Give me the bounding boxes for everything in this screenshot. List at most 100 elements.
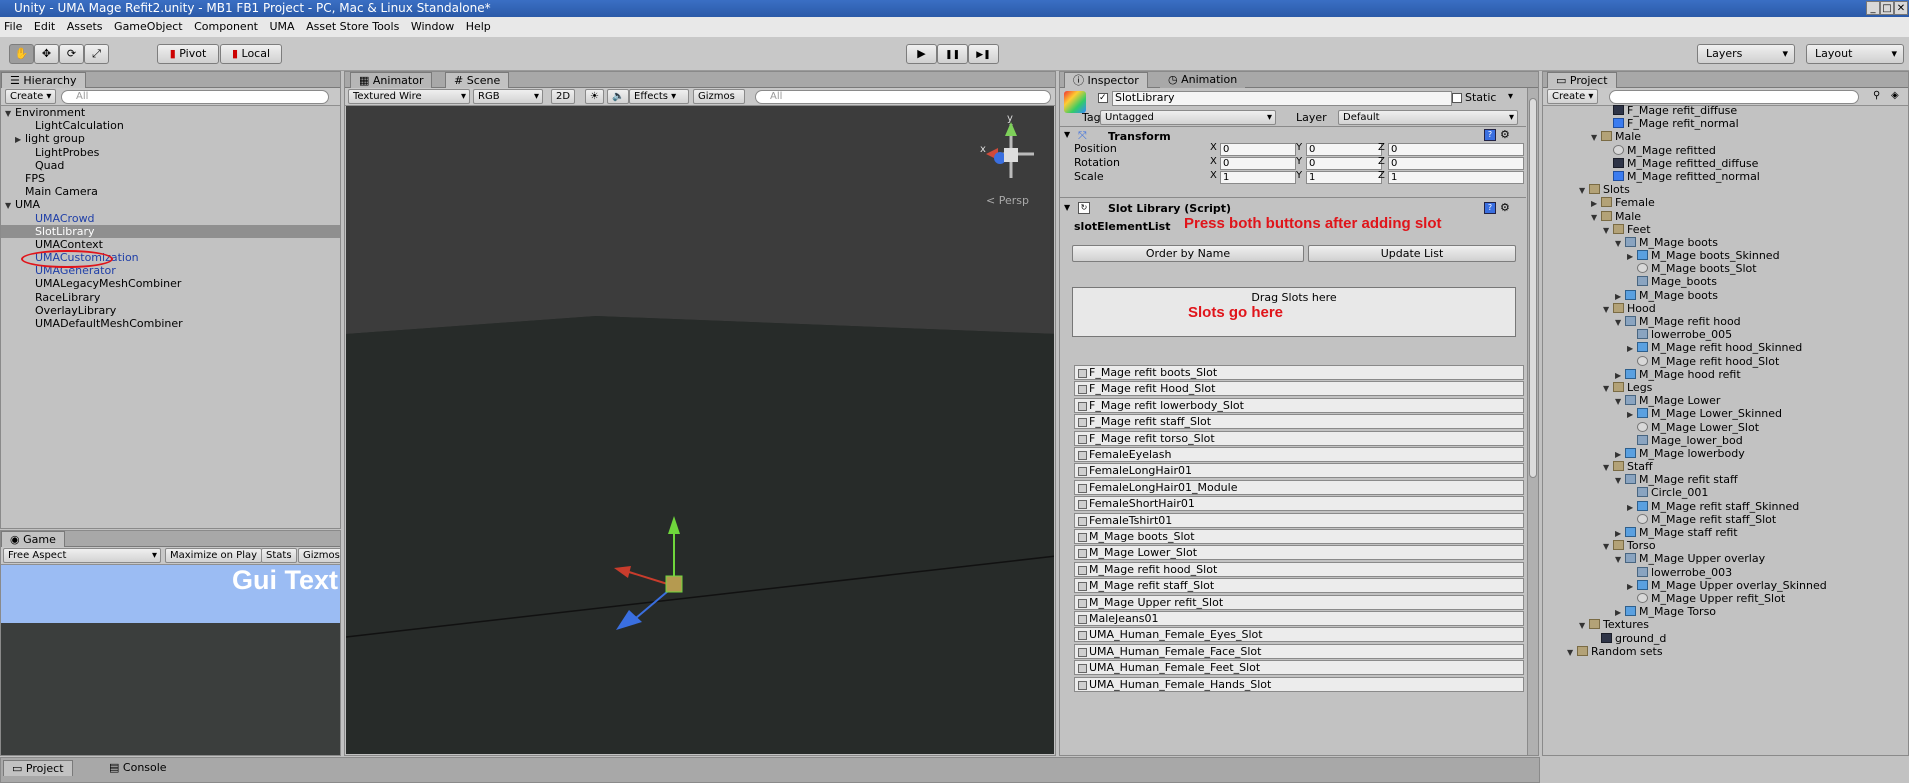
slot-item-field[interactable]: M_Mage refit hood_Slot	[1074, 561, 1524, 577]
slot-item-field[interactable]: F_Mage refit boots_Slot	[1074, 365, 1524, 380]
update-list-button[interactable]: Update List	[1308, 245, 1516, 262]
script-help-icon[interactable]: ?	[1484, 202, 1496, 214]
slot-item-field[interactable]: UMA_Human_Female_Feet_Slot	[1074, 660, 1524, 676]
transform-x-field[interactable]: 0	[1220, 157, 1296, 170]
hierarchy-item[interactable]: UMAContext	[1, 238, 340, 251]
slot-item-field[interactable]: FemaleLongHair01_Module	[1074, 479, 1524, 495]
lighting-toggle[interactable]: ☀	[585, 89, 604, 104]
project-item[interactable]: ▼ Male	[1543, 130, 1908, 143]
project-item[interactable]: ▼ Textures	[1543, 618, 1908, 631]
project-item[interactable]: ▼ Random sets	[1543, 645, 1908, 658]
close-button[interactable]: ✕	[1894, 1, 1908, 15]
scale-tool-button[interactable]: ⤢	[84, 44, 109, 64]
slot-item-field[interactable]: FemaleLongHair01	[1074, 463, 1524, 479]
project-create-dropdown[interactable]: Create ▾	[1547, 89, 1599, 104]
project-item[interactable]: ▼ M_Mage refit staff	[1543, 473, 1908, 486]
script-expand-icon[interactable]: ▼	[1064, 203, 1070, 212]
hand-tool-button[interactable]: ✋	[9, 44, 34, 64]
game-gizmos-toggle[interactable]: Gizmos	[298, 548, 340, 563]
effects-dropdown[interactable]: Effects ▾	[629, 89, 689, 104]
hierarchy-item[interactable]: Quad	[1, 159, 340, 172]
filter-type-icon[interactable]: ⚲	[1873, 90, 1880, 101]
project-item[interactable]: M_Mage refitted_normal	[1543, 170, 1908, 183]
expand-arrow-icon[interactable]: ▼	[1567, 646, 1577, 659]
project-item[interactable]: ▼ M_Mage refit hood	[1543, 315, 1908, 328]
pause-button[interactable]: ❚❚	[937, 44, 968, 64]
project-item[interactable]: M_Mage Upper refit_Slot	[1543, 592, 1908, 605]
slot-item-field[interactable]: UMA_Human_Female_Hands_Slot	[1074, 676, 1524, 692]
hierarchy-item[interactable]: OverlayLibrary	[1, 304, 340, 317]
create-dropdown[interactable]: Create ▾	[5, 89, 57, 104]
pivot-toggle[interactable]: ▮ Pivot	[157, 44, 219, 64]
tab-project-bottom[interactable]: ▭ Project	[3, 760, 73, 776]
tab-animator[interactable]: ▦ Animator	[350, 72, 433, 88]
menu-asset-store-tools[interactable]: Asset Store Tools	[302, 17, 403, 37]
object-name-input[interactable]: SlotLibrary	[1112, 91, 1452, 106]
project-item[interactable]: ▶ M_Mage refit staff_Skinned	[1543, 500, 1908, 513]
project-item[interactable]: M_Mage refit staff_Slot	[1543, 513, 1908, 526]
tab-animation[interactable]: ◷ Animation	[1160, 72, 1246, 88]
draw-mode-dropdown[interactable]: Textured Wire ▾	[348, 89, 470, 104]
menu-file[interactable]: File	[0, 17, 26, 37]
tab-game[interactable]: ◉ Game	[1, 531, 65, 547]
hierarchy-item[interactable]: FPS	[1, 172, 340, 185]
transform-z-field[interactable]: 0	[1388, 143, 1524, 156]
project-item[interactable]: Mage_boots	[1543, 275, 1908, 288]
project-item[interactable]: Circle_001	[1543, 486, 1908, 499]
gear-icon[interactable]: ⚙	[1500, 128, 1510, 141]
project-item[interactable]: ▼ Slots	[1543, 183, 1908, 196]
transform-x-field[interactable]: 1	[1220, 171, 1296, 184]
active-checkbox[interactable]: ✓	[1098, 93, 1108, 103]
project-item[interactable]: ▶ M_Mage boots_Skinned	[1543, 249, 1908, 262]
filter-label-icon[interactable]: ◈	[1891, 90, 1899, 101]
slot-item-field[interactable]: F_Mage refit Hood_Slot	[1074, 381, 1524, 397]
project-item[interactable]: ▼ Male	[1543, 210, 1908, 223]
tag-dropdown[interactable]: Untagged ▾	[1100, 110, 1276, 125]
project-item[interactable]: ▶ M_Mage Upper overlay_Skinned	[1543, 579, 1908, 592]
slot-item-field[interactable]: FemaleEyelash	[1074, 447, 1524, 462]
scene-view[interactable]: y x < Persp	[346, 106, 1054, 754]
project-item[interactable]: Mage_lower_bod	[1543, 434, 1908, 447]
aspect-dropdown[interactable]: Free Aspect ▾	[3, 548, 161, 563]
slot-item-field[interactable]: F_Mage refit torso_Slot	[1074, 430, 1524, 446]
tab-hierarchy[interactable]: ☰ Hierarchy	[1, 72, 86, 88]
project-item[interactable]: ▶ M_Mage lowerbody	[1543, 447, 1908, 460]
move-tool-button[interactable]: ✥	[34, 44, 59, 64]
drag-slots-dropzone[interactable]: Drag Slots here Slots go here	[1072, 287, 1516, 337]
minimize-button[interactable]: _	[1866, 1, 1880, 15]
menu-window[interactable]: Window	[407, 17, 458, 37]
step-button[interactable]: ▶❚	[968, 44, 999, 64]
project-search-input[interactable]	[1609, 90, 1859, 104]
menu-help[interactable]: Help	[462, 17, 495, 37]
transform-y-field[interactable]: 0	[1306, 157, 1382, 170]
tab-scene[interactable]: # Scene	[445, 72, 510, 88]
slot-item-field[interactable]: UMA_Human_Female_Eyes_Slot	[1074, 627, 1524, 643]
static-dropdown-arrow-icon[interactable]: ▾	[1508, 91, 1513, 102]
scene-search-input[interactable]: All	[755, 90, 1051, 104]
slot-item-field[interactable]: FemaleTshirt01	[1074, 512, 1524, 528]
project-item[interactable]: M_Mage refit hood_Slot	[1543, 355, 1908, 368]
project-item[interactable]: ▶ M_Mage Torso	[1543, 605, 1908, 618]
project-item[interactable]: ▼ Torso	[1543, 539, 1908, 552]
stats-toggle[interactable]: Stats	[261, 548, 297, 563]
hierarchy-item[interactable]: LightProbes	[1, 146, 340, 159]
hierarchy-item[interactable]: UMADefaultMeshCombiner	[1, 317, 340, 330]
transform-x-field[interactable]: 0	[1220, 143, 1296, 156]
slot-item-field[interactable]: M_Mage refit staff_Slot	[1074, 578, 1524, 594]
play-button[interactable]: ▶	[906, 44, 937, 64]
audio-toggle[interactable]: 🔈	[607, 89, 630, 104]
project-item[interactable]: lowerrobe_005	[1543, 328, 1908, 341]
project-item[interactable]: ground_d	[1543, 632, 1908, 645]
project-item[interactable]: ▼ Hood	[1543, 302, 1908, 315]
hierarchy-item[interactable]: UMALegacyMeshCombiner	[1, 277, 340, 290]
hierarchy-item[interactable]: UMACrowd	[1, 212, 340, 225]
project-item[interactable]: M_Mage Lower_Slot	[1543, 421, 1908, 434]
render-mode-dropdown[interactable]: RGB ▾	[473, 89, 543, 104]
slot-item-field[interactable]: F_Mage refit staff_Slot	[1074, 414, 1524, 430]
project-item[interactable]: ▶ Female	[1543, 196, 1908, 209]
scrollbar-thumb[interactable]	[1529, 98, 1537, 478]
local-toggle[interactable]: ▮ Local	[220, 44, 282, 64]
slot-item-field[interactable]: MaleJeans01	[1074, 611, 1524, 626]
project-item[interactable]: ▶ M_Mage Lower_Skinned	[1543, 407, 1908, 420]
project-item[interactable]: ▼ Feet	[1543, 223, 1908, 236]
